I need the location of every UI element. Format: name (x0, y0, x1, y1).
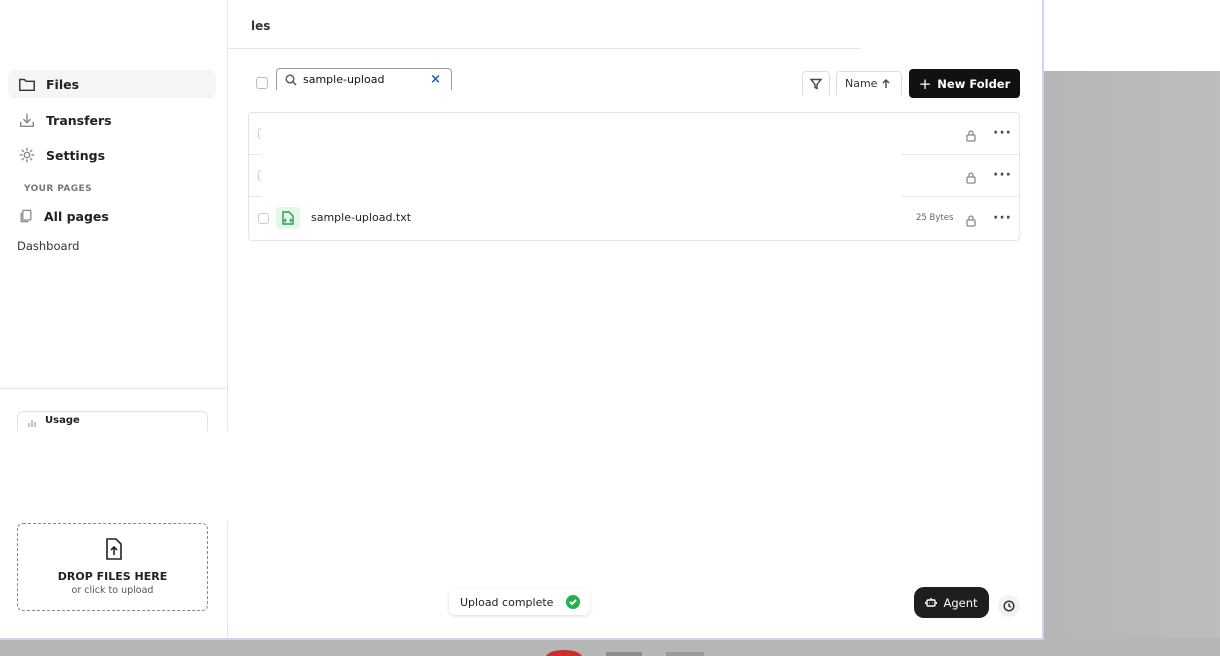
sidebar-item-files[interactable]: Files (8, 70, 216, 98)
filter-icon (810, 78, 822, 90)
table-row[interactable]: ··· (249, 113, 1019, 155)
more-options-icon[interactable]: ··· (993, 167, 1012, 183)
lock-icon[interactable] (965, 169, 977, 184)
plus-icon: + (918, 74, 932, 93)
agent-button[interactable]: Agent (914, 587, 989, 618)
new-folder-label: New Folder (937, 76, 1011, 91)
pages-icon (20, 209, 32, 223)
sidebar: Files Transfers Settings YOUR PAGES All … (0, 0, 230, 638)
arrow-up-icon (882, 78, 890, 88)
lock-icon[interactable] (965, 212, 977, 227)
history-button[interactable] (998, 595, 1020, 617)
taskbar-app-icon[interactable] (666, 652, 704, 656)
sort-button[interactable]: Name (836, 71, 902, 95)
sidebar-item-label: Transfers (46, 112, 112, 128)
sidebar-item-label: Files (46, 76, 80, 92)
select-all-checkbox[interactable] (256, 77, 268, 89)
file-upload-icon (106, 538, 122, 560)
drop-zone-title: DROP FILES HERE (57, 570, 168, 583)
clear-search-button[interactable]: × (430, 73, 441, 86)
file-size: 25 Bytes (916, 213, 954, 223)
more-options-icon[interactable]: ··· (993, 210, 1012, 226)
search-field[interactable]: × (276, 68, 452, 90)
search-input[interactable] (303, 73, 423, 86)
clock-icon (1003, 600, 1015, 612)
divider (228, 48, 860, 49)
upload-toast: Upload complete (449, 589, 590, 615)
folder-icon (19, 78, 35, 92)
toast-message: Upload complete (460, 595, 554, 609)
sidebar-item-all-pages[interactable]: All pages (8, 202, 216, 230)
agent-label: Agent (943, 595, 978, 610)
sidebar-item-transfers[interactable]: Transfers (8, 106, 216, 134)
sidebar-item-dashboard[interactable]: Dashboard (17, 239, 79, 253)
sort-label: Name (845, 77, 878, 90)
page-title: les (251, 19, 271, 33)
blank-panel (8, 431, 230, 521)
table-row[interactable]: sample-upload.txt 25 Bytes ··· (249, 198, 1019, 240)
new-folder-button[interactable]: + New Folder (909, 69, 1020, 98)
more-options-icon[interactable]: ··· (993, 125, 1012, 141)
search-icon (285, 73, 297, 86)
lock-icon[interactable] (965, 127, 977, 142)
sidebar-item-settings[interactable]: Settings (8, 141, 216, 169)
file-name[interactable]: sample-upload.txt (311, 211, 411, 224)
text-file-icon (276, 207, 300, 229)
taskbar-app-icon[interactable] (606, 652, 642, 656)
divider (0, 388, 228, 389)
row-checkbox[interactable] (258, 213, 269, 224)
sidebar-item-label: Settings (46, 147, 106, 163)
usage-title: Usage (45, 415, 80, 426)
gear-icon (19, 147, 35, 163)
blank-panel (261, 113, 901, 155)
section-label: YOUR PAGES (24, 184, 92, 194)
drop-zone-subtitle: or click to upload (71, 585, 154, 596)
app-window: Files Transfers Settings YOUR PAGES All … (0, 0, 1044, 640)
drop-zone[interactable]: DROP FILES HERE or click to upload (17, 523, 208, 611)
bar-chart-icon (28, 420, 36, 427)
check-circle-icon (566, 595, 580, 609)
filter-button[interactable] (802, 71, 830, 95)
table-row[interactable]: ··· (249, 155, 1019, 197)
sidebar-item-label: All pages (44, 208, 109, 224)
download-tray-icon (19, 113, 35, 128)
robot-icon (925, 597, 938, 607)
file-table: ··· ··· sample-upload.txt 25 Bytes ··· (248, 112, 1020, 241)
blank-panel (261, 155, 901, 197)
